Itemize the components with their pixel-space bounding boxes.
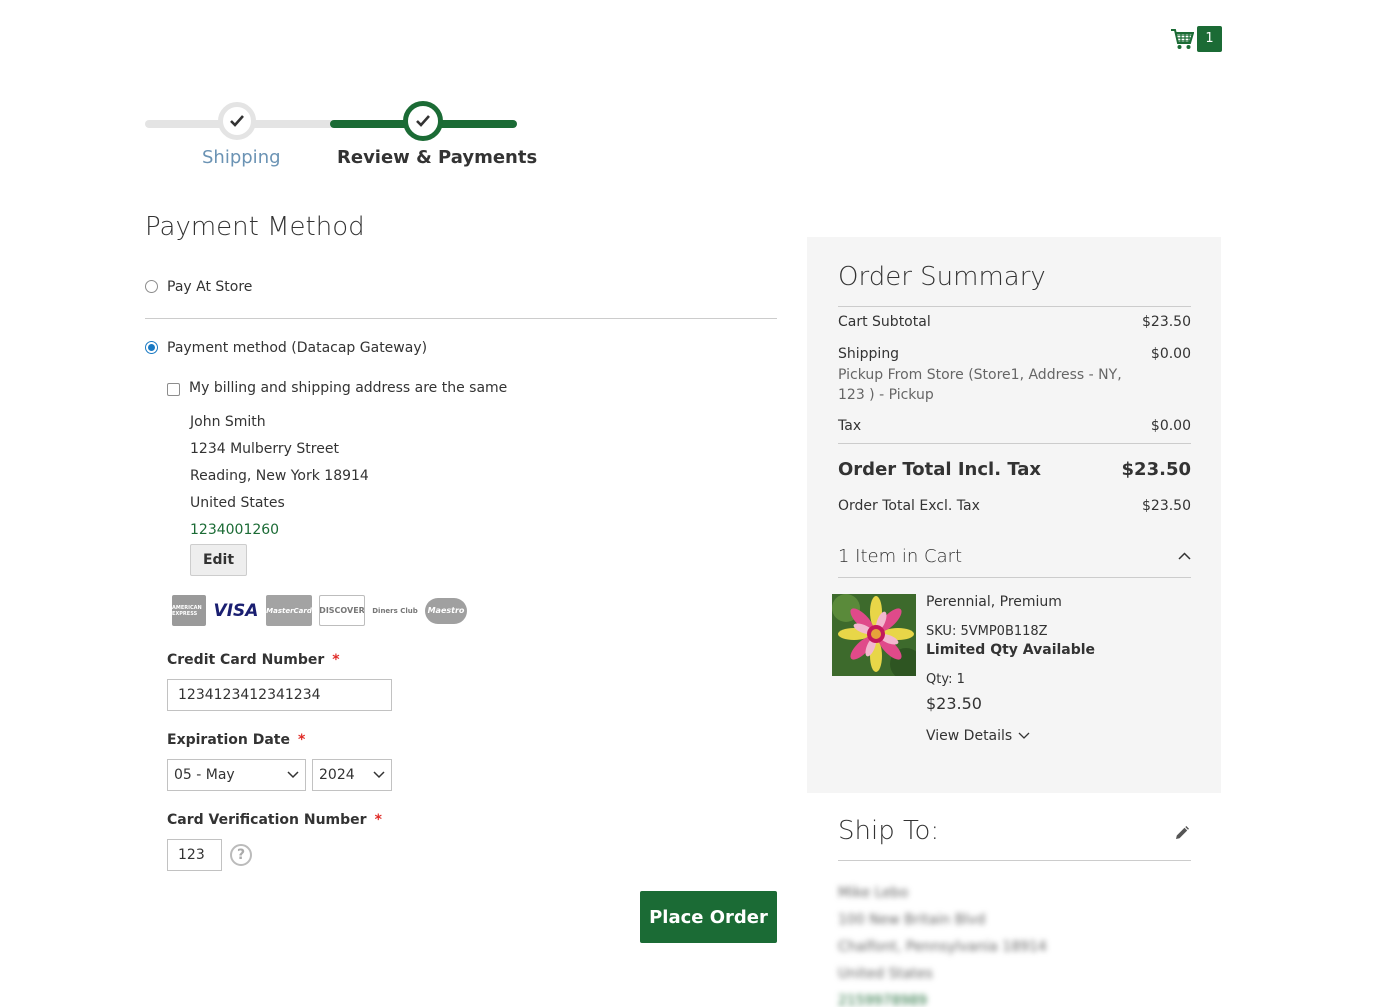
product-price: $23.50 [926,694,982,713]
grand-total-label: Order Total Incl. Tax [838,459,1042,480]
excl-tax-label: Order Total Excl. Tax [838,498,980,514]
help-icon[interactable]: ? [230,844,252,866]
billing-street: 1234 Mulberry Street [190,441,339,457]
ship-to-title: Ship To: [838,816,940,846]
ship-to-phone: 2159978989 [838,993,928,1007]
step-shipping-link[interactable]: Shipping [202,147,281,168]
exp-year-select[interactable]: 2024 [312,759,392,791]
tax-value: $0.00 [1150,418,1191,434]
product-sku: SKU: 5VMP0B118Z [926,624,1048,639]
summary-rule [838,577,1191,578]
summary-rule [838,306,1191,307]
ship-to-address: Mike Lebo 100 New Britain Blvd Chalfont,… [838,885,1047,1007]
step-review-dot [403,101,443,141]
maestro-card-icon: Maestro [425,597,467,624]
required-mark: * [297,732,306,748]
accepted-cards: AMERICAN EXPRESS VISA MasterCard DISCOVE… [172,595,467,626]
cvv-label: Card Verification Number * [167,812,382,828]
exp-month-value: 05 - May [174,767,235,783]
cc-number-input[interactable]: 1234123412341234 [167,679,392,711]
billing-name: John Smith [190,414,266,430]
billing-country: United States [190,495,285,511]
edit-address-button[interactable]: Edit [190,544,247,576]
ship-to-street: 100 New Britain Blvd [838,912,986,928]
exp-month-select[interactable]: 05 - May [167,759,306,791]
limited-qty-badge: Limited Qty Available [926,642,1096,658]
pencil-icon[interactable] [1173,825,1190,846]
required-mark: * [374,812,382,828]
subtotal-label: Cart Subtotal [838,314,931,330]
summary-rule [838,443,1191,444]
items-in-cart-toggle[interactable]: 1 Item in Cart [838,543,1191,569]
place-order-button[interactable]: Place Order [640,891,777,943]
subtotal-value: $23.50 [1142,314,1191,330]
datacap-radio[interactable] [145,341,158,354]
cc-number-label-text: Credit Card Number [167,652,325,668]
product-qty: Qty: 1 [926,672,965,687]
grand-total-value: $23.50 [1121,459,1191,480]
product-thumbnail [832,594,916,676]
shipping-label: Shipping [838,346,900,362]
checkmark-icon [230,115,244,127]
shopping-cart-icon [1170,28,1194,50]
same-address-label[interactable]: My billing and shipping address are the … [189,380,507,396]
product-name: Perennial, Premium [926,594,1062,610]
excl-tax-value: $23.50 [1142,498,1191,514]
pay-at-store-radio[interactable] [145,280,158,293]
order-summary-title: Order Summary [838,262,1046,292]
cc-number-label: Credit Card Number * [167,652,340,668]
visa-card-icon: VISA [213,600,259,621]
chevron-down-icon [1018,732,1030,739]
expiration-label-text: Expiration Date [167,732,290,748]
ship-to-rule [838,860,1191,861]
cvv-label-text: Card Verification Number [167,812,367,828]
minicart[interactable]: 1 [1170,26,1222,52]
discover-card-icon: DISCOVER [319,595,365,626]
billing-city: Reading, New York 18914 [190,468,369,484]
ship-to-name: Mike Lebo [838,885,909,901]
view-details-toggle[interactable]: View Details [926,728,1030,744]
pay-at-store-label[interactable]: Pay At Store [167,279,252,295]
chevron-down-icon [287,771,299,779]
step-review-label: Review & Payments [337,147,538,168]
cart-count-badge: 1 [1197,26,1222,52]
exp-year-value: 2024 [319,767,355,783]
step-shipping-dot[interactable] [218,102,256,140]
chevron-up-icon [1178,552,1191,560]
mastercard-card-icon: MasterCard [266,595,312,626]
divider [145,318,777,319]
payment-method-title: Payment Method [145,212,365,242]
ship-to-country: United States [838,966,933,982]
shipping-value: $0.00 [1150,346,1191,362]
diners-card-icon: Diners Club [372,606,418,615]
items-in-cart-title: 1 Item in Cart [838,545,963,567]
billing-address: John Smith 1234 Mulberry Street Reading,… [190,414,369,549]
required-mark: * [332,652,340,668]
chevron-down-icon [373,771,385,779]
checkmark-icon [416,115,430,127]
amex-card-icon: AMERICAN EXPRESS [172,595,206,626]
cvv-input[interactable]: 123 [167,839,222,871]
expiration-label: Expiration Date * [167,732,305,748]
shipping-method: Pickup From Store (Store1, Address - NY,… [838,367,1122,403]
same-address-checkbox[interactable] [167,383,180,396]
checkout-progress: Shipping Review & Payments [145,100,537,180]
tax-label: Tax [838,418,862,434]
view-details-label: View Details [926,728,1013,744]
ship-to-city: Chalfont, Pennsylvania 18914 [838,939,1047,955]
datacap-label[interactable]: Payment method (Datacap Gateway) [167,340,427,356]
